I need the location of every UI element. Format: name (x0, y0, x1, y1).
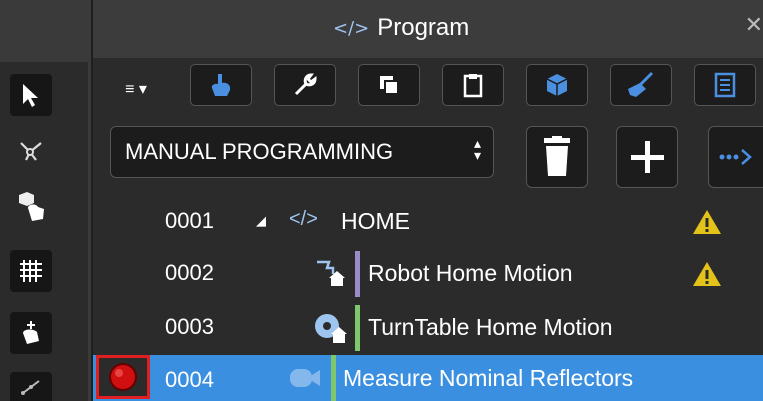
program-row[interactable]: 0001 ◢ </> HOME (93, 196, 763, 248)
row-number: 0004 (165, 367, 214, 392)
connection-icon (21, 379, 40, 395)
clipboard-icon (463, 74, 483, 98)
menu-dropdown-icon: ≡ ▾ (125, 81, 147, 98)
panel-close-icon[interactable]: ✕ (745, 12, 763, 38)
cursor-icon (23, 84, 38, 107)
row-color-bar (331, 355, 336, 401)
list-icon (714, 72, 736, 98)
plus-icon (631, 141, 664, 173)
collapse-arrow-icon[interactable]: ◢ (256, 213, 266, 229)
program-panel-header: </> Program ✕ (93, 0, 763, 58)
robot-tool-button[interactable] (10, 312, 52, 354)
sidebar-header (0, 0, 88, 62)
code-icon: </> (289, 208, 318, 230)
program-select-value: MANUAL PROGRAMMING (125, 139, 394, 164)
warning-icon (693, 210, 721, 234)
connect-button[interactable] (708, 126, 763, 188)
program-select[interactable]: MANUAL PROGRAMMING ▴ ▾ (110, 126, 494, 178)
add-button[interactable] (616, 126, 678, 188)
program-row-selected[interactable]: 0004 Measure Nominal Reflectors (93, 355, 763, 401)
broom-button[interactable] (610, 64, 672, 106)
menu-dropdown-button[interactable]: ≡ ▾ (110, 68, 162, 110)
robot-arm-button[interactable] (190, 64, 252, 106)
robot-move-icon (23, 321, 39, 344)
connection-tool-button[interactable] (10, 372, 52, 401)
robot-arm-icon (211, 74, 231, 96)
row-label: Robot Home Motion (368, 260, 573, 286)
copy-button[interactable] (358, 64, 420, 106)
robot-home-icon (317, 260, 345, 286)
broom-icon (628, 71, 654, 97)
program-row[interactable]: 0003 TurnTable Home Motion (93, 302, 763, 354)
path-icon (20, 142, 42, 161)
trash-icon (544, 136, 570, 176)
tool-sidebar (0, 0, 88, 401)
path-tool-button[interactable] (10, 130, 52, 172)
select-tool-button[interactable] (10, 74, 52, 116)
wrench-icon (294, 73, 317, 96)
list-button[interactable] (694, 64, 756, 106)
dotted-arrow-icon (719, 149, 752, 165)
objects-hand-icon (19, 192, 44, 221)
panel-title-text: Program (377, 14, 470, 41)
turntable-home-icon (315, 314, 347, 343)
program-row[interactable]: 0002 Robot Home Motion (93, 248, 763, 300)
warning-icon (693, 262, 721, 286)
row-label: HOME (341, 208, 410, 234)
clipboard-button[interactable] (442, 64, 504, 106)
row-label: Measure Nominal Reflectors (343, 365, 634, 391)
row-color-bar (355, 305, 360, 351)
wrench-button[interactable] (274, 64, 336, 106)
copy-icon (380, 76, 399, 95)
row-number: 0001 (165, 208, 214, 233)
record-button[interactable] (96, 355, 150, 399)
row-label: TurnTable Home Motion (368, 314, 613, 340)
grid-icon (20, 260, 42, 282)
row-color-bar (355, 251, 360, 297)
select-caret-icon: ▴ ▾ (473, 135, 481, 163)
cube-button[interactable] (526, 64, 588, 106)
camera-icon (290, 369, 320, 387)
delete-button[interactable] (526, 126, 588, 188)
record-icon (109, 363, 137, 391)
grid-tool-button[interactable] (10, 250, 52, 292)
code-icon: </> (333, 17, 370, 39)
row-number: 0002 (165, 260, 214, 285)
panel-title: </> Program (333, 10, 469, 46)
cube-icon (546, 74, 568, 96)
row-number: 0003 (165, 314, 214, 339)
objects-tool-button[interactable] (10, 186, 52, 228)
